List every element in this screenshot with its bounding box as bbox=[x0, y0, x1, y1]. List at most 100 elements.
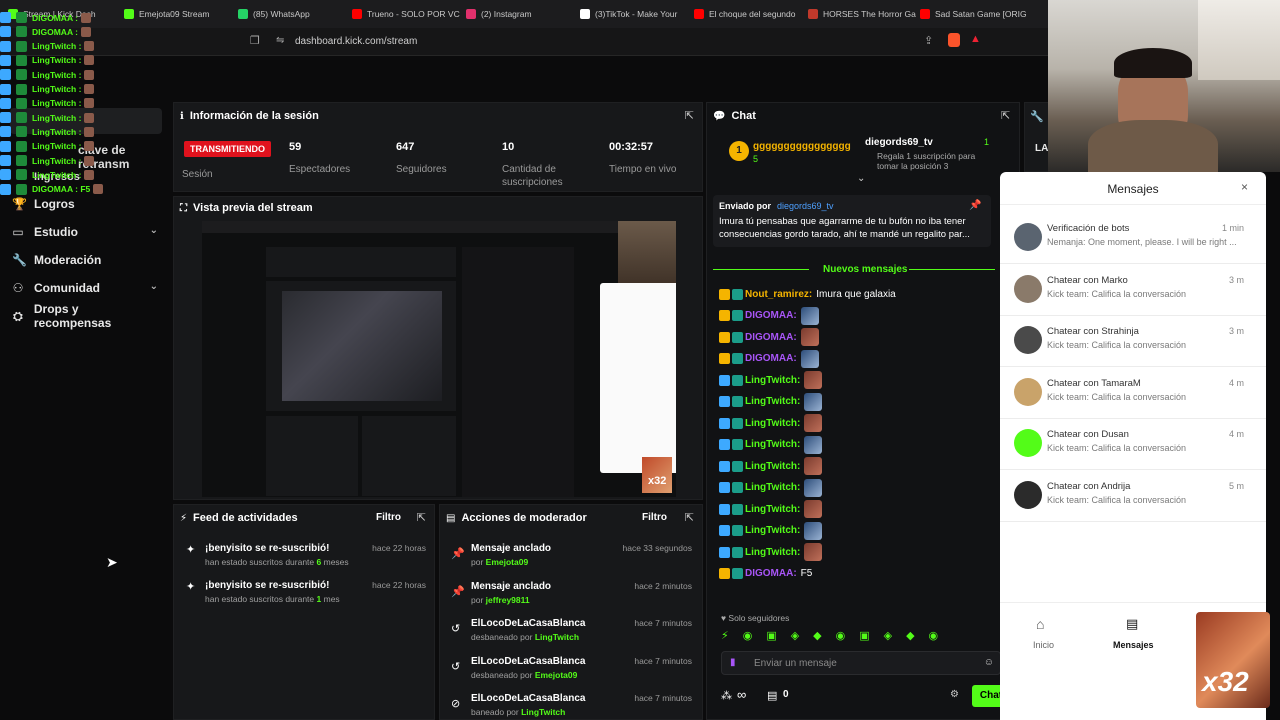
mod-user[interactable]: LingTwitch bbox=[521, 707, 565, 717]
conversation-row[interactable]: Chatear con Marko Kick team: Califica la … bbox=[1000, 264, 1266, 316]
overlay-chat-user: DIGOMAA : bbox=[32, 26, 78, 37]
emoji-icon[interactable]: ☺ bbox=[984, 657, 994, 668]
browser-tab[interactable]: Sad Satan Game [ORIG bbox=[920, 5, 1046, 23]
feed-expand-icon[interactable]: ⇱ bbox=[417, 511, 426, 524]
chat-username[interactable]: LingTwitch: bbox=[745, 461, 800, 472]
rewards-icon[interactable]: ▲ bbox=[970, 33, 981, 45]
badge-icon bbox=[719, 417, 730, 429]
sidebar-item-comunidad[interactable]: ⚇ Comunidad ⌄ bbox=[12, 281, 158, 295]
mod-user[interactable]: LingTwitch bbox=[535, 632, 579, 642]
mod-user[interactable]: Emejota09 bbox=[486, 557, 529, 567]
share-icon[interactable]: ⇪ bbox=[924, 34, 933, 47]
browser-tab[interactable]: (85) WhatsApp bbox=[238, 5, 348, 23]
badge-icon bbox=[719, 525, 730, 536]
list-icon: ▤ bbox=[446, 512, 456, 524]
chat-username[interactable]: LingTwitch: bbox=[745, 547, 800, 558]
top-sub-user[interactable]: gggggggggggggggg bbox=[753, 141, 851, 152]
mod-user[interactable]: jeffrey9811 bbox=[486, 595, 530, 605]
overlay-chat-line: LingTwitch : bbox=[0, 83, 96, 95]
chat-expand-icon[interactable]: ⇱ bbox=[1001, 109, 1010, 122]
chat-message: DIGOMAA: bbox=[719, 349, 819, 368]
gift-user[interactable]: diegords69_tv bbox=[865, 137, 933, 148]
mod-filter-button[interactable]: Filtro bbox=[642, 512, 667, 523]
pinned-message[interactable]: Enviado por diegords69_tv 📌 Imura tú pen… bbox=[713, 195, 991, 247]
chat-username[interactable]: LingTwitch: bbox=[745, 396, 800, 407]
chevron-down-icon[interactable]: ⌄ bbox=[150, 281, 158, 292]
stream-preview-video[interactable]: x32 bbox=[202, 221, 676, 497]
chat-icon: 💬 bbox=[713, 110, 726, 122]
badge-icon bbox=[719, 374, 730, 386]
feed-sub-suffix: meses bbox=[321, 557, 349, 567]
stream-preview-card: ⛶ Vista previa del stream x32 bbox=[173, 196, 703, 500]
browser-tab[interactable]: El choque del segundo bbox=[694, 5, 804, 23]
conversation-row[interactable]: Chatear con Andrija Kick team: Califica l… bbox=[1000, 470, 1266, 522]
mod-user[interactable]: Emejota09 bbox=[535, 670, 578, 680]
browser-tab[interactable]: (2) Instagram bbox=[466, 5, 576, 23]
expand-icon[interactable]: ⇱ bbox=[685, 109, 694, 122]
chat-input[interactable]: ▮ Enviar un mensaje ☺ bbox=[721, 651, 1001, 675]
mod-item-sub: por Emejota09 bbox=[471, 557, 528, 567]
settings-gear-icon[interactable]: ⚙ bbox=[950, 689, 959, 700]
chat-username[interactable]: LingTwitch: bbox=[745, 375, 800, 386]
emote-thumb bbox=[84, 69, 95, 80]
browser-tab[interactable]: Emejota09 Stream bbox=[124, 5, 234, 23]
conversation-preview: Nemanja: One moment, please. I will be r… bbox=[1047, 237, 1237, 247]
url-field[interactable]: dashboard.kick.com/stream bbox=[295, 36, 417, 47]
close-icon[interactable]: × bbox=[1241, 180, 1248, 194]
feed-item-time: hace 22 horas bbox=[372, 543, 426, 553]
badge-icon bbox=[0, 40, 11, 52]
overlay-chat-line: DIGOMAA : F5 bbox=[0, 183, 105, 195]
feed-filter-button[interactable]: Filtro bbox=[376, 512, 401, 523]
sidebar-item-estudio[interactable]: ▭ Estudio ⌄ bbox=[12, 225, 158, 239]
brave-shield-icon[interactable] bbox=[948, 33, 960, 47]
sidebar-item-drops-y-recompensas[interactable]: ⛭ Drops y recompensas bbox=[12, 302, 158, 330]
chat-username[interactable]: DIGOMAA: bbox=[745, 568, 797, 579]
gift-text: Regala 1 suscripción para tomar la posic… bbox=[877, 151, 976, 171]
preview-title: Vista previa del stream bbox=[193, 202, 313, 214]
chevron-down-icon[interactable]: ⌄ bbox=[150, 225, 158, 236]
browser-tab[interactable]: HORSES The Horror Ga bbox=[808, 5, 918, 23]
mic-icon[interactable]: ▮ bbox=[730, 657, 736, 668]
chat-message: LingTwitch: bbox=[719, 543, 823, 561]
chat-username[interactable]: LingTwitch: bbox=[745, 439, 800, 450]
chat-username[interactable]: DIGOMAA: bbox=[745, 332, 797, 343]
conversation-row[interactable]: Chatear con TamaraM Kick team: Califica l… bbox=[1000, 367, 1266, 419]
bookmark-icon[interactable]: ❐ bbox=[250, 34, 260, 47]
chat-username[interactable]: LingTwitch: bbox=[745, 504, 800, 515]
home-icon[interactable]: ⌂ bbox=[1036, 616, 1044, 632]
badge-icon bbox=[16, 40, 27, 52]
chat-username[interactable]: LingTwitch: bbox=[745, 525, 800, 536]
conversation-name: Chatear con Marko bbox=[1047, 274, 1128, 286]
messages-nav-icon[interactable]: ▤ bbox=[1126, 616, 1138, 632]
conversation-row[interactable]: Verificación de bots Nemanja: One moment,… bbox=[1000, 212, 1266, 264]
conversation-row[interactable]: Chatear con Strahinja Kick team: Califica… bbox=[1000, 315, 1266, 367]
chat-username[interactable]: DIGOMAA: bbox=[745, 310, 797, 321]
chat-username[interactable]: Nout_ramirez: bbox=[745, 289, 812, 300]
mod-item-title: Mensaje anclado bbox=[471, 543, 552, 554]
pinned-user[interactable]: diegords69_tv bbox=[777, 201, 834, 211]
site-info-icon[interactable]: ⇋ bbox=[276, 35, 284, 46]
sidebar-item-moderación[interactable]: 🔧 Moderación bbox=[12, 253, 158, 267]
browser-tab[interactable]: Trueno - SOLO POR VC bbox=[352, 5, 462, 23]
badge-icon bbox=[16, 183, 27, 195]
stat-label: Seguidores bbox=[396, 164, 447, 175]
chat-username[interactable]: DIGOMAA: bbox=[745, 353, 797, 364]
chat-username[interactable]: LingTwitch: bbox=[745, 482, 800, 493]
chat-emote bbox=[804, 500, 823, 518]
collapse-chevron-icon[interactable]: ⌄ bbox=[857, 173, 865, 184]
nav-home-label[interactable]: Inicio bbox=[1033, 640, 1054, 650]
overlay-chat-user: LingTwitch : bbox=[32, 112, 82, 123]
emote-bar[interactable]: ⚡◉▣◈◆◉▣◈◆◉ bbox=[721, 629, 952, 642]
tab-favicon-icon bbox=[352, 9, 362, 19]
pin-icon[interactable]: 📌 bbox=[969, 200, 981, 211]
conversation-row[interactable]: Chatear con Dusan Kick team: Califica la … bbox=[1000, 418, 1266, 470]
emote-thumb bbox=[80, 26, 91, 37]
chat-username[interactable]: LingTwitch: bbox=[745, 418, 800, 429]
badge-icon bbox=[16, 83, 27, 95]
mod-expand-icon[interactable]: ⇱ bbox=[685, 511, 694, 524]
nav-messages-label[interactable]: Mensajes bbox=[1113, 640, 1154, 650]
stat-value: 10 bbox=[502, 141, 515, 153]
browser-tab[interactable]: (3)TikTok - Make Your bbox=[580, 5, 690, 23]
mod-item-sub: desbaneado por Emejota09 bbox=[471, 670, 577, 680]
sidebar-item-logros[interactable]: 🏆 Logros bbox=[12, 197, 158, 211]
